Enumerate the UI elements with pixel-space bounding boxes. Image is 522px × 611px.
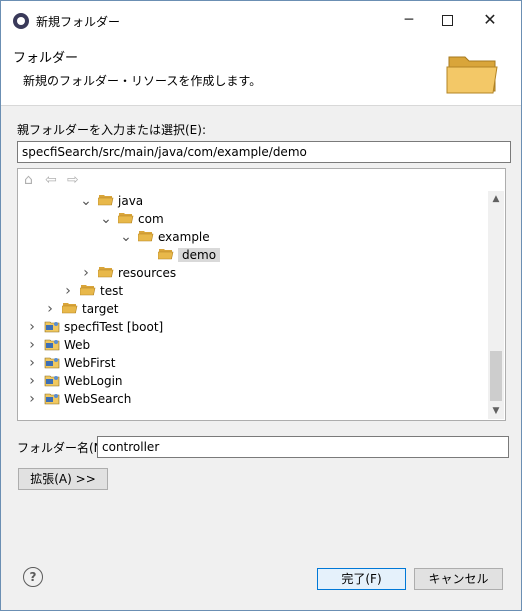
tree-item-label: com — [138, 212, 164, 226]
tree-item-label: example — [158, 230, 210, 244]
chevron-right-icon[interactable]: › — [44, 300, 56, 318]
tree-vertical-scrollbar[interactable]: ▲ ▼ — [488, 191, 504, 419]
tree-item-label: java — [118, 194, 144, 208]
tree-item[interactable]: › specfiTest [boot] — [26, 318, 163, 336]
tree-item-label: WebFirst — [64, 356, 116, 370]
chevron-right-icon[interactable]: › — [26, 354, 38, 372]
cancel-button[interactable]: キャンセル — [414, 568, 503, 590]
new-folder-dialog: 新規フォルダー ─ ✕ フォルダー 新規のフォルダー・リソースを作成します。 親… — [0, 0, 522, 611]
maximize-button[interactable] — [432, 7, 462, 33]
maximize-icon — [441, 15, 453, 26]
folder-open-icon — [118, 213, 134, 224]
folder-banner-icon — [446, 56, 498, 94]
maven-project-icon — [44, 321, 60, 333]
project-icon — [44, 393, 60, 405]
advanced-button[interactable]: 拡張(A) >> — [18, 468, 108, 490]
tree-item[interactable]: › target — [44, 300, 119, 318]
parent-folder-label: 親フォルダーを入力または選択(E): — [17, 123, 206, 137]
minimize-button[interactable]: ─ — [394, 7, 424, 33]
folder-open-icon — [138, 231, 154, 242]
chevron-right-icon[interactable]: › — [26, 318, 38, 336]
tree-item[interactable]: › WebSearch — [26, 390, 131, 408]
scroll-down-icon[interactable]: ▼ — [488, 403, 504, 419]
tree-item[interactable]: demo — [140, 246, 221, 264]
folder-open-icon — [62, 303, 78, 314]
chevron-right-icon[interactable]: › — [26, 372, 38, 390]
chevron-right-icon[interactable]: › — [26, 390, 38, 408]
folder-name-input[interactable]: controller — [97, 436, 509, 458]
header-description: 新規のフォルダー・リソースを作成します。 — [23, 74, 262, 88]
title-bar[interactable]: 新規フォルダー ─ ✕ — [1, 1, 521, 41]
close-button[interactable]: ✕ — [475, 7, 505, 33]
tree-item[interactable]: ⌄ example — [120, 228, 210, 246]
chevron-right-icon[interactable]: › — [26, 336, 38, 354]
folder-tree[interactable]: ⌂ ⇦ ⇨ ⌄ java ⌄ com ⌄ example demo › resources › te… — [17, 168, 506, 421]
tree-item[interactable]: › Web — [26, 336, 90, 354]
tree-item[interactable]: › WebLogin — [26, 372, 123, 390]
help-icon[interactable]: ? — [23, 567, 43, 587]
tree-item-label: specfiTest [boot] — [64, 320, 164, 334]
folder-open-icon — [98, 195, 114, 206]
forward-icon[interactable]: ⇨ — [67, 172, 79, 188]
eclipse-app-icon — [13, 13, 29, 29]
chevron-right-icon[interactable]: › — [80, 264, 92, 282]
tree-item-label: resources — [118, 266, 177, 280]
chevron-right-icon[interactable]: › — [62, 282, 74, 300]
tree-item-label: target — [82, 302, 119, 316]
project-icon — [44, 339, 60, 351]
project-icon — [44, 375, 60, 387]
parent-folder-input[interactable]: specfiSearch/src/main/java/com/example/d… — [17, 141, 511, 163]
back-icon[interactable]: ⇦ — [45, 172, 57, 188]
tree-item-label: Web — [64, 338, 91, 352]
chevron-down-icon[interactable]: ⌄ — [100, 212, 112, 226]
scroll-up-icon[interactable]: ▲ — [488, 191, 504, 207]
window-title: 新規フォルダー — [36, 15, 121, 29]
tree-item[interactable]: ⌄ com — [100, 210, 164, 228]
tree-item-label: WebSearch — [64, 392, 132, 406]
tree-toolbar: ⌂ ⇦ ⇨ — [18, 169, 488, 191]
header-title: フォルダー — [13, 51, 79, 66]
tree-item-label: demo — [178, 248, 221, 262]
dialog-header: フォルダー 新規のフォルダー・リソースを作成します。 — [1, 41, 521, 106]
project-icon — [44, 357, 60, 369]
folder-open-icon — [80, 285, 96, 296]
scroll-thumb[interactable] — [490, 351, 502, 401]
chevron-down-icon[interactable]: ⌄ — [120, 230, 132, 244]
tree-item[interactable]: ⌄ java — [80, 192, 143, 210]
folder-open-icon — [158, 249, 174, 260]
tree-item[interactable]: › WebFirst — [26, 354, 115, 372]
home-icon[interactable]: ⌂ — [24, 172, 33, 188]
chevron-down-icon[interactable]: ⌄ — [80, 194, 92, 208]
tree-item[interactable]: › test — [62, 282, 123, 300]
tree-item-label: test — [100, 284, 124, 298]
tree-item-label: WebLogin — [64, 374, 123, 388]
finish-button[interactable]: 完了(F) — [317, 568, 406, 590]
folder-open-icon — [98, 267, 114, 278]
tree-item[interactable]: › resources — [80, 264, 176, 282]
